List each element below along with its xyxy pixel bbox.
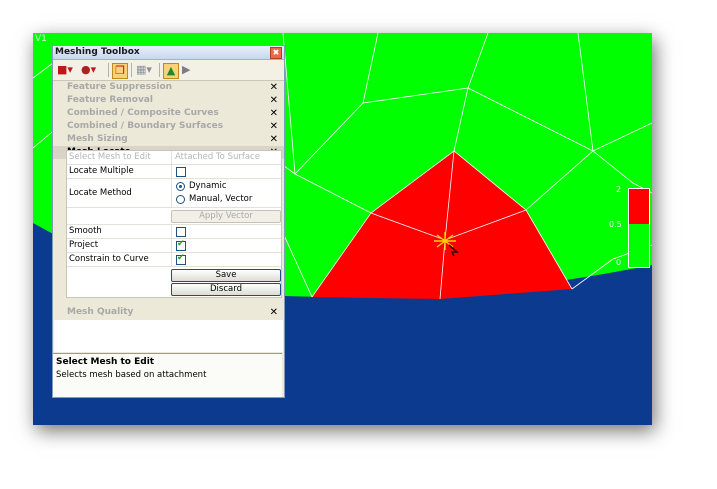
close-icon[interactable]: ✕ <box>270 94 278 107</box>
status-panel: Select Mesh to Edit Selects mesh based o… <box>53 353 282 397</box>
select-mesh-row: Select Mesh to Edit Attached To Surface <box>67 151 281 165</box>
radio-dynamic-label: Dynamic <box>189 181 227 191</box>
constrain-cell <box>171 253 282 266</box>
locate-method-label: Locate Method <box>69 188 132 198</box>
mesh-locate-icon[interactable]: ▲ <box>163 63 179 79</box>
section-mesh-sizing[interactable]: Mesh Sizing ✕ <box>53 133 284 146</box>
apply-vector-button[interactable]: Apply Vector <box>171 210 281 223</box>
project-cell <box>171 239 282 252</box>
copy-icon[interactable]: ❐ <box>112 63 128 79</box>
constrain-row: Constrain to Curve <box>67 253 281 267</box>
status-heading: Select Mesh to Edit <box>56 357 155 367</box>
toolbox-titlebar[interactable]: Meshing Toolbox ✖ <box>53 46 284 60</box>
toolbar-separator <box>159 63 160 77</box>
toolbar-separator <box>131 63 132 77</box>
close-icon[interactable]: ✕ <box>270 133 278 146</box>
locate-multiple-row: Locate Multiple <box>67 165 281 179</box>
section-label: Feature Removal <box>67 95 153 105</box>
smooth-label: Smooth <box>69 226 102 236</box>
constrain-label: Constrain to Curve <box>69 254 149 264</box>
locate-multiple-checkbox[interactable] <box>176 167 186 177</box>
mesh-locate-panel: Select Mesh to Edit Attached To Surface … <box>66 150 282 298</box>
constrain-checkbox[interactable] <box>176 253 186 265</box>
smooth-checkbox[interactable] <box>176 227 186 237</box>
close-icon[interactable]: ✕ <box>270 107 278 120</box>
section-feature-suppression[interactable]: Feature Suppression ✕ <box>53 81 284 94</box>
viewport-label: V1 <box>35 34 47 44</box>
close-icon[interactable]: ✖ <box>270 47 282 59</box>
meshing-toolbox-window[interactable]: Meshing Toolbox ✖ ■▾ ●▾ ❐ ▦▾ ▲ ▶ Feature… <box>52 45 285 398</box>
smooth-row: Smooth <box>67 225 281 239</box>
action-buttons-row: Save Discard <box>67 267 281 297</box>
section-label: Feature Suppression <box>67 82 173 92</box>
radio-dynamic[interactable] <box>176 182 185 191</box>
legend-tick-mid: 0.5 <box>609 220 622 229</box>
radio-manual-vector[interactable] <box>176 195 185 204</box>
mesh-edit-icon[interactable]: ●▾ <box>81 63 96 77</box>
project-label: Project <box>69 240 99 250</box>
smooth-cell <box>171 225 282 238</box>
section-label: Mesh Quality <box>67 307 134 317</box>
section-composite-curves[interactable]: Combined / Composite Curves ✕ <box>53 107 284 120</box>
legend-green-band <box>629 225 649 267</box>
locate-method-row: Locate Method Dynamic Manual, Vector <box>67 179 281 208</box>
locate-method-cell: Dynamic Manual, Vector <box>171 179 282 207</box>
save-button[interactable]: Save <box>171 269 281 282</box>
section-feature-removal[interactable]: Feature Removal ✕ <box>53 94 284 107</box>
locate-multiple-cell <box>171 165 282 178</box>
toolbox-toolbar: ■▾ ●▾ ❐ ▦▾ ▲ ▶ <box>53 60 284 81</box>
toolbar-separator <box>108 63 109 77</box>
close-icon[interactable]: ✕ <box>270 120 278 133</box>
toolbox-title: Meshing Toolbox <box>55 47 140 57</box>
select-mesh-label: Select Mesh to Edit <box>69 152 151 162</box>
section-label: Combined / Composite Curves <box>67 108 219 118</box>
legend-tick-bottom: 0 <box>616 258 622 267</box>
close-icon[interactable]: ✕ <box>270 306 278 319</box>
legend-tick-top: 2 <box>616 185 622 194</box>
mesh-quality-panel <box>54 320 283 352</box>
apply-vector-row: Apply Vector <box>67 208 281 225</box>
application-screenshot: V1 2 0.5 0 Meshing Toolbox ✖ ■▾ ●▾ ❐ ▦▾ … <box>33 33 652 425</box>
discard-button[interactable]: Discard <box>171 283 281 296</box>
mesh-create-icon[interactable]: ■▾ <box>57 63 73 77</box>
close-icon[interactable]: ✕ <box>270 81 278 94</box>
section-boundary-surfaces[interactable]: Combined / Boundary Surfaces ✕ <box>53 120 284 133</box>
pointer-icon[interactable]: ▶ <box>182 63 190 77</box>
color-legend <box>628 188 650 268</box>
section-label: Mesh Sizing <box>67 134 128 144</box>
grid-icon[interactable]: ▦▾ <box>136 63 152 77</box>
section-mesh-quality[interactable]: Mesh Quality ✕ <box>53 306 284 319</box>
status-description: Selects mesh based on attachment <box>56 370 207 380</box>
radio-manual-vector-label: Manual, Vector <box>189 194 253 204</box>
locate-multiple-label: Locate Multiple <box>69 166 134 176</box>
toolbox-sections: Feature Suppression ✕ Feature Removal ✕ Co… <box>53 81 284 159</box>
legend-red-band <box>629 189 649 224</box>
project-row: Project <box>67 239 281 253</box>
select-mesh-value[interactable]: Attached To Surface <box>171 151 281 164</box>
section-label: Combined / Boundary Surfaces <box>67 121 224 131</box>
project-checkbox[interactable] <box>176 239 186 251</box>
